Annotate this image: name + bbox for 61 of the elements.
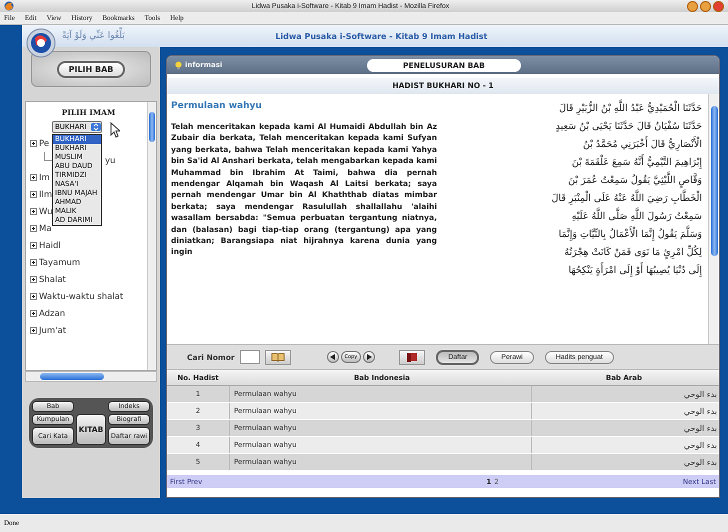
expand-icon[interactable] [30, 140, 37, 147]
expand-icon[interactable] [30, 242, 37, 249]
table-cell: بدء الوحي [530, 454, 719, 470]
motto-text: بَلِّغُوا عَنِّي وَلَوْ آيَةً [62, 27, 125, 45]
table-cell: بدء الوحي [530, 420, 719, 436]
book-button[interactable] [264, 350, 291, 364]
expand-icon[interactable] [30, 259, 37, 266]
expand-icon[interactable] [30, 225, 37, 232]
arabic-text-line: حَدَّثَنَا سُفْيَانُ قَالَ حَدَّثَنَا يَحْيَى بْنُ سَعِيدٍ [554, 120, 702, 134]
arabic-text-line: لِكُلِّ امْرِئٍ مَا نَوَى فَمَنْ كَانَتْ هِجْرَتُهُ [445, 244, 702, 262]
minimize-button[interactable] [687, 0, 698, 12]
flag-icon [405, 352, 420, 362]
dropdown-arrow-icon [91, 123, 101, 131]
arabic-text-line: سَمِعْتُ رَسُولَ اللَّهِ صَلَّى اللَّهُ عَلَيْهِ [445, 208, 702, 226]
arabic-text-line: حَدَّثَنَا الْحُمَيْدِيُّ عَبْدُ اللَّهِ بْنُ الزُّبَيْرِ قَالَ [445, 100, 702, 118]
previous-button[interactable] [326, 351, 339, 363]
expand-icon[interactable] [30, 276, 37, 283]
horizontal-scrollbar[interactable] [25, 371, 157, 382]
vertical-scrollbar[interactable] [147, 102, 156, 370]
pilih-bab-button[interactable]: PILIH BAB [56, 60, 126, 78]
arabic-text-line: الْأَنْصَارِيُّ قَالَ أَخْبَرَنِي مُحَمَّدُ بْنُ [445, 136, 702, 154]
tree-item[interactable]: Ilm [39, 190, 52, 200]
browser-logo-icon [4, 1, 14, 11]
expand-icon[interactable] [30, 174, 37, 181]
tree-item[interactable]: Tayamum [39, 258, 80, 268]
arabic-text-line: إِبْرَاهِيمَ التَّيْمِيُّ أَنَّهُ سَمِعَ عَلْقَمَةَ بْنَ [445, 154, 702, 172]
tree-item[interactable]: Ma [39, 224, 52, 234]
chapter-title: Permulaan wahyu [171, 101, 263, 111]
arabic-text-line: وَسَلَّمَ يَقُولُ إِنَّمَا الْأَعْمَالُ بِالنِّيَّاتِ وَإِنَّمَا [445, 226, 702, 244]
tree-item[interactable]: Wu [39, 206, 52, 216]
arabic-text-line: وَقَّاصٍ اللَّيْثِيَّ يَقُولُ سَمِعْتُ عُمَرَ بْنَ [445, 172, 702, 190]
table-cell: بدء الوحي [530, 403, 719, 419]
app-title: Lidwa Pusaka i-Software - Kitab 9 Imam Hadist [275, 32, 488, 40]
tree-item[interactable]: Waktu-waktu shalat [39, 292, 124, 302]
expand-icon[interactable] [30, 208, 37, 215]
left-arrow-icon [330, 354, 336, 360]
vertical-scrollbar[interactable] [708, 94, 719, 344]
tree-item[interactable]: Im [39, 172, 50, 182]
arabic-text-line: الْخَطَّابِ رَضِيَ اللَّهُ عَنْهُ عَلَى الْمِنْبَرِ قَالَ [445, 190, 702, 208]
book-icon [270, 352, 285, 362]
tree-item[interactable]: Jum'at [39, 326, 66, 336]
table-cell: بدء الوحي [530, 437, 719, 453]
tree-item[interactable]: yu [105, 156, 116, 166]
number-field[interactable] [240, 350, 260, 364]
maximize-button[interactable] [700, 0, 711, 12]
tree-item[interactable]: Pe [39, 138, 50, 148]
mouse-pointer-icon [110, 122, 120, 138]
tree-item[interactable]: Shalat [39, 274, 66, 284]
right-arrow-icon [366, 354, 372, 360]
expand-icon[interactable] [30, 310, 37, 317]
close-button[interactable] [713, 0, 724, 12]
expand-icon[interactable] [30, 327, 37, 334]
tree-item[interactable]: Haidl [39, 240, 61, 250]
expand-icon[interactable] [30, 293, 37, 300]
next-button[interactable] [363, 351, 376, 363]
lightbulb-icon [175, 60, 182, 70]
tree-item[interactable]: Adzan [39, 308, 66, 318]
flag-button[interactable] [399, 350, 426, 364]
expand-icon[interactable] [30, 191, 37, 198]
table-cell: بدء الوحي [530, 386, 719, 402]
arabic-text-line: إِلَى دُنْيَا يُصِيبُهَا أَوْ إِلَى امْرَأَةٍ يَنْكِحُهَا [445, 262, 702, 280]
